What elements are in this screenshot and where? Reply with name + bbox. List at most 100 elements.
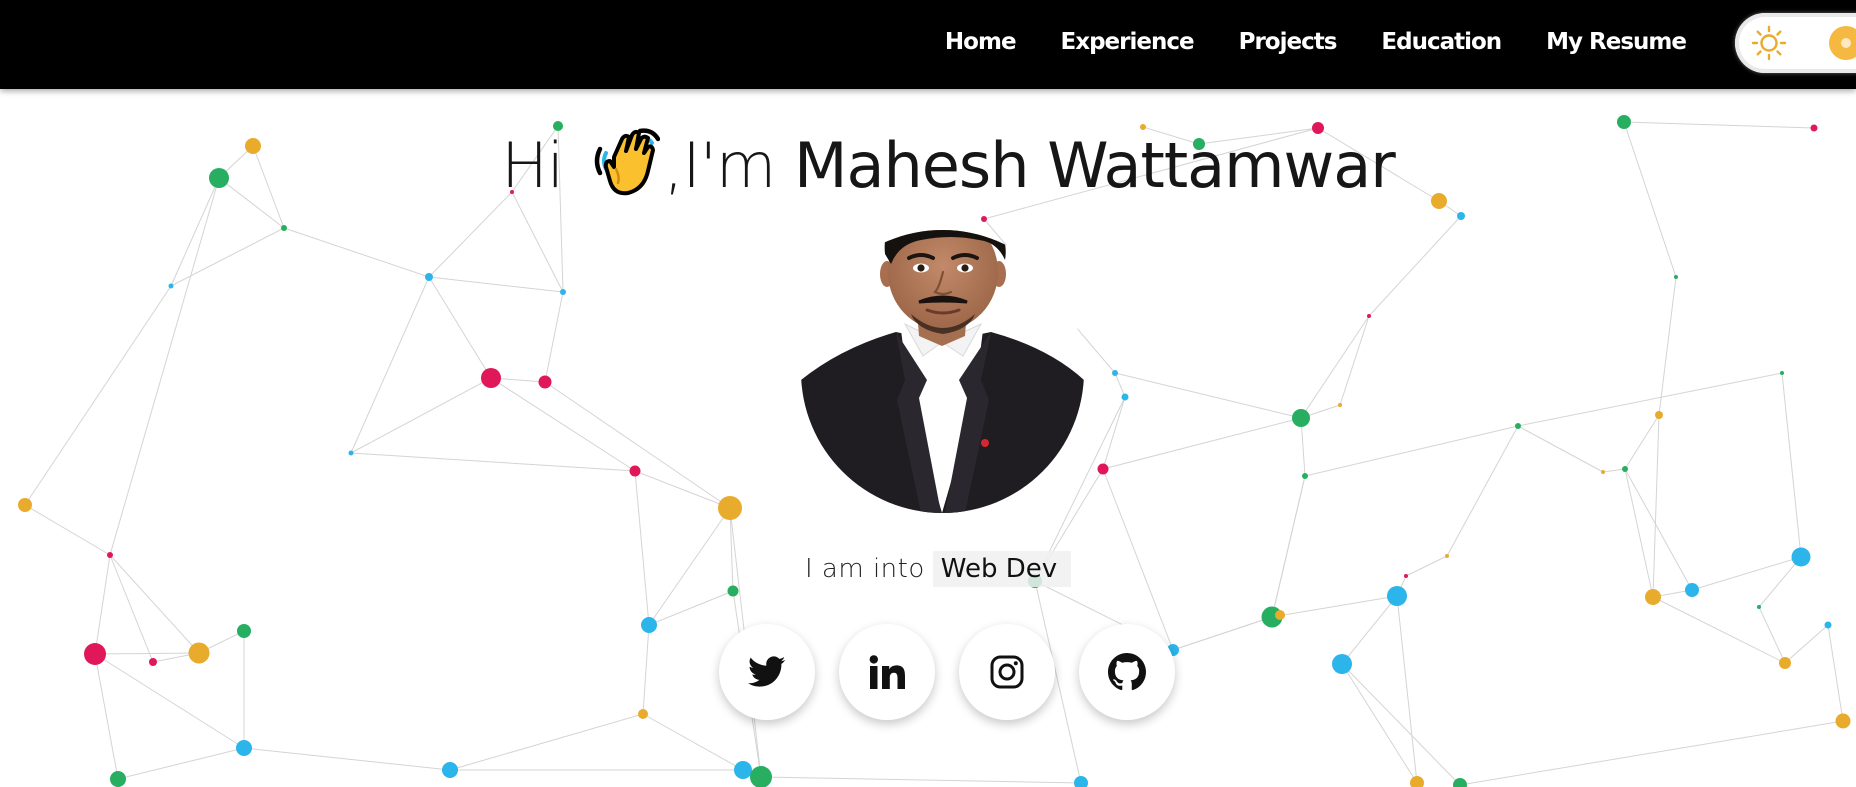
hero-name: Mahesh Wattamwar — [793, 129, 1396, 202]
network-link — [350, 276, 430, 454]
network-link — [243, 747, 451, 771]
network-link — [634, 470, 731, 509]
network-link — [1602, 468, 1626, 473]
network-node — [1292, 409, 1310, 427]
network-link — [760, 776, 1082, 784]
network-link — [350, 452, 636, 472]
network-link — [109, 554, 200, 654]
network-node — [1779, 657, 1791, 669]
network-link — [1781, 372, 1802, 558]
network-node — [1332, 654, 1352, 674]
nav-link-projects[interactable]: Projects — [1239, 29, 1338, 55]
network-link — [1396, 595, 1418, 784]
nav-link-education[interactable]: Education — [1381, 29, 1502, 55]
network-node — [1410, 776, 1424, 787]
network-link — [1652, 414, 1660, 598]
network-node — [1074, 776, 1088, 787]
nav-link-home[interactable]: Home — [945, 29, 1017, 55]
network-node — [110, 771, 126, 787]
network-link — [1517, 372, 1783, 427]
network-node — [348, 450, 354, 456]
network-link — [170, 227, 285, 287]
network-node — [1674, 275, 1678, 279]
network-link — [283, 227, 430, 278]
network-node — [237, 624, 251, 638]
nav-links: Home Experience Projects Education My Re… — [945, 0, 1687, 84]
network-link — [1758, 606, 1786, 664]
network-node — [1445, 554, 1449, 558]
network-node — [1757, 605, 1761, 609]
linkedin-button[interactable] — [839, 624, 935, 720]
network-link — [1271, 595, 1398, 618]
network-link — [94, 554, 111, 655]
github-button[interactable] — [1079, 624, 1175, 720]
network-link — [1784, 624, 1829, 664]
network-node — [1275, 610, 1285, 620]
network-link — [1624, 468, 1654, 598]
network-node — [281, 225, 287, 231]
network-node — [1367, 314, 1371, 318]
network-node — [1404, 574, 1408, 578]
network-link — [544, 381, 731, 509]
network-node — [1112, 370, 1118, 376]
network-link — [642, 624, 650, 715]
network-node — [168, 283, 174, 289]
twitter-icon — [748, 656, 786, 687]
network-link — [1339, 315, 1370, 406]
nav-link-experience[interactable]: Experience — [1061, 29, 1195, 55]
hero-heading: Hi ,I'm Mahesh Wattamwar — [0, 118, 1856, 214]
network-link — [1102, 396, 1126, 470]
network-link — [1624, 468, 1693, 591]
nav-link-my-resume[interactable]: My Resume — [1546, 29, 1687, 55]
network-node — [1302, 473, 1308, 479]
network-node — [1622, 466, 1628, 472]
network-node — [734, 761, 752, 779]
network-link — [1300, 315, 1370, 419]
network-link — [1271, 475, 1306, 618]
network-node — [641, 617, 657, 633]
profile-photo — [801, 230, 1084, 513]
page: Home Experience Projects Education My Re… — [0, 0, 1856, 787]
network-link — [1114, 372, 1302, 419]
twitter-button[interactable] — [719, 624, 815, 720]
network-link — [24, 285, 172, 506]
network-link — [1827, 624, 1844, 722]
theme-toggle[interactable] — [1735, 13, 1856, 73]
sun-icon — [1751, 25, 1787, 61]
network-node — [538, 375, 552, 389]
network-link — [1102, 417, 1302, 470]
network-node — [1645, 589, 1661, 605]
network-node — [1097, 463, 1109, 475]
network-node — [981, 216, 987, 222]
network-link — [1368, 215, 1462, 317]
network-link — [1102, 468, 1174, 651]
profile-avatar — [801, 230, 1084, 513]
network-node — [481, 368, 501, 388]
toggle-knob[interactable] — [1829, 26, 1856, 60]
network-node — [629, 465, 641, 477]
network-link — [94, 652, 200, 655]
network-link — [94, 653, 245, 749]
network-link — [428, 276, 492, 379]
tagline: I am into Web Dev — [805, 551, 1072, 587]
network-node — [425, 273, 433, 281]
network-link — [1624, 414, 1660, 470]
network-link — [1341, 663, 1461, 786]
network-node — [188, 642, 210, 664]
network-node — [1655, 411, 1663, 419]
network-link — [648, 507, 731, 626]
waving-hand-icon — [594, 128, 660, 196]
network-node — [84, 643, 106, 665]
instagram-button[interactable] — [959, 624, 1055, 720]
network-link — [642, 713, 744, 771]
greeting-mid: ,I'm — [663, 129, 794, 202]
network-link — [1304, 425, 1519, 477]
network-node — [638, 709, 648, 719]
network-link — [1341, 595, 1398, 665]
network-node — [1835, 713, 1851, 729]
typed-role: Web Dev — [932, 551, 1072, 587]
network-link — [24, 504, 111, 556]
network-node — [1338, 403, 1342, 407]
network-link — [1517, 425, 1604, 473]
network-node — [1601, 470, 1605, 474]
